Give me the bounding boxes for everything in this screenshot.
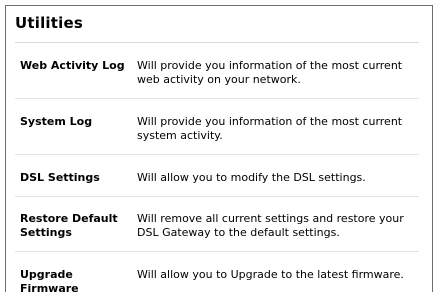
dsl-settings-description: Will allow you to modify the DSL setting… (137, 171, 366, 184)
page-title: Utilities (15, 14, 83, 32)
title-divider (15, 42, 419, 43)
row-divider (15, 196, 419, 197)
row-divider (15, 154, 419, 155)
restore-default-settings-description: Will remove all current settings and res… (137, 212, 404, 239)
upgrade-firmware-description: Will allow you to Upgrade to the latest … (137, 268, 404, 281)
restore-default-settings-link[interactable]: Restore Default Settings (20, 212, 132, 240)
dsl-settings-link[interactable]: DSL Settings (20, 171, 132, 185)
web-activity-log-link[interactable]: Web Activity Log (20, 59, 132, 73)
web-activity-log-description: Will provide you information of the most… (137, 59, 403, 86)
row-divider (15, 98, 419, 99)
system-log-description: Will provide you information of the most… (137, 115, 403, 142)
system-log-link[interactable]: System Log (20, 115, 132, 129)
row-divider (15, 251, 419, 252)
utilities-panel: Utilities Web Activity Log Will provide … (5, 5, 433, 295)
